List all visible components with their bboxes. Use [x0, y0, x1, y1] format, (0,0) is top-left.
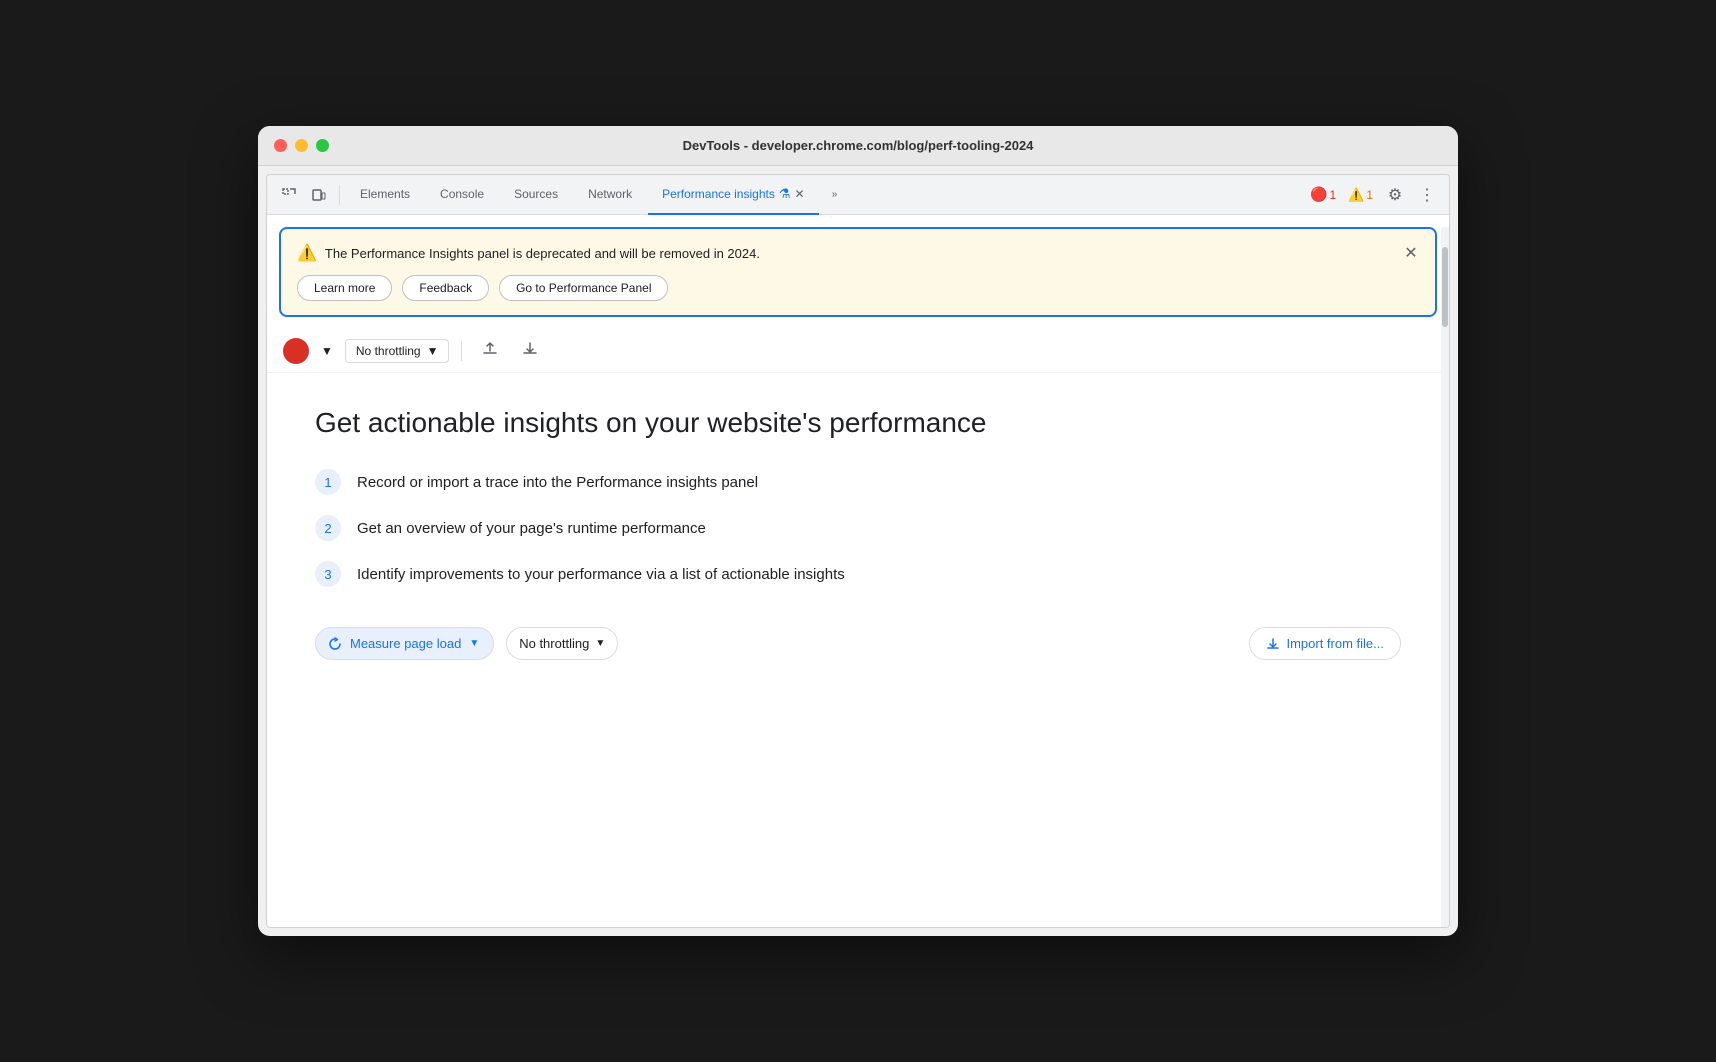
tab-elements[interactable]: Elements [346, 175, 424, 215]
toolbar-right: 🔴 1 ⚠️ 1 ⚙ ⋮ [1306, 181, 1441, 209]
throttling-dropdown[interactable]: No throttling ▼ [345, 339, 450, 363]
device-toggle-icon[interactable] [305, 181, 333, 209]
panel-wrapper: ⚠️ The Performance Insights panel is dep… [267, 227, 1449, 927]
main-content: Get actionable insights on your website'… [267, 373, 1449, 692]
warning-icon: ⚠️ [1348, 187, 1364, 203]
step-text-1: Record or import a trace into the Perfor… [357, 474, 758, 491]
error-count: 1 [1329, 188, 1336, 202]
bottom-controls: Measure page load ▼ No throttling ▼ [315, 627, 1401, 660]
banner-text: The Performance Insights panel is deprec… [325, 246, 760, 261]
learn-more-button[interactable]: Learn more [297, 275, 392, 301]
measure-btn-label: Measure page load [350, 636, 461, 651]
toolbar-divider [339, 185, 340, 205]
banner-warning-icon: ⚠️ [297, 243, 317, 263]
measure-dropdown-icon: ▼ [469, 638, 479, 649]
step-number-1: 1 [315, 469, 341, 495]
throttle-bottom-label: No throttling [519, 636, 589, 651]
panel-content: ⚠️ The Performance Insights panel is dep… [267, 227, 1449, 927]
devtools-container: Elements Console Sources Network Perform… [266, 174, 1450, 928]
step-number-3: 3 [315, 561, 341, 587]
tab-sources[interactable]: Sources [500, 175, 572, 215]
upload-button[interactable] [474, 337, 506, 364]
minimize-button[interactable] [295, 139, 308, 152]
step-item-1: 1 Record or import a trace into the Perf… [315, 469, 1401, 495]
record-dropdown-button[interactable]: ▼ [317, 342, 337, 360]
warning-count-button[interactable]: ⚠️ 1 [1344, 185, 1377, 205]
banner-message-row: ⚠️ The Performance Insights panel is dep… [297, 243, 1419, 263]
error-count-button[interactable]: 🔴 1 [1306, 184, 1340, 205]
scrollbar[interactable] [1441, 227, 1449, 927]
main-title: Get actionable insights on your website'… [315, 405, 1401, 441]
close-button[interactable] [274, 139, 287, 152]
banner-buttons: Learn more Feedback Go to Performance Pa… [297, 275, 1419, 301]
window-controls [274, 139, 329, 152]
throttle-bottom-dropdown[interactable]: No throttling ▼ [506, 627, 618, 660]
more-tabs-icon[interactable]: » [821, 181, 849, 209]
deprecation-banner: ⚠️ The Performance Insights panel is dep… [279, 227, 1437, 317]
throttling-label: No throttling [356, 344, 421, 358]
warning-count: 1 [1366, 188, 1373, 202]
import-btn-label: Import from file... [1286, 636, 1384, 651]
step-number-2: 2 [315, 515, 341, 541]
tab-console[interactable]: Console [426, 175, 498, 215]
more-options-icon[interactable]: ⋮ [1413, 181, 1441, 209]
step-item-3: 3 Identify improvements to your performa… [315, 561, 1401, 587]
maximize-button[interactable] [316, 139, 329, 152]
import-from-file-button[interactable]: Import from file... [1249, 627, 1401, 660]
steps-list: 1 Record or import a trace into the Perf… [315, 469, 1401, 587]
download-button[interactable] [514, 337, 546, 364]
devtools-window: DevTools - developer.chrome.com/blog/per… [258, 126, 1458, 936]
throttle-bottom-chevron-icon: ▼ [595, 638, 605, 649]
tab-network[interactable]: Network [574, 175, 646, 215]
close-panel-icon[interactable]: ✕ [794, 187, 804, 201]
close-banner-button[interactable]: ✕ [1399, 241, 1423, 265]
performance-insights-icon: ⚗ [779, 186, 791, 202]
measure-page-load-button[interactable]: Measure page load ▼ [315, 627, 494, 660]
go-to-performance-panel-button[interactable]: Go to Performance Panel [499, 275, 668, 301]
devtools-toolbar: Elements Console Sources Network Perform… [267, 175, 1449, 215]
controls-divider [461, 341, 462, 361]
throttling-chevron-icon: ▼ [427, 344, 439, 358]
record-button[interactable] [283, 338, 309, 364]
titlebar: DevTools - developer.chrome.com/blog/per… [258, 126, 1458, 166]
window-title: DevTools - developer.chrome.com/blog/per… [683, 138, 1034, 153]
step-text-2: Get an overview of your page's runtime p… [357, 520, 706, 537]
select-element-icon[interactable] [275, 181, 303, 209]
tab-performance-insights[interactable]: Performance insights ⚗ ✕ [648, 175, 818, 215]
settings-icon[interactable]: ⚙ [1381, 181, 1409, 209]
import-icon [1266, 637, 1280, 651]
refresh-icon [328, 637, 342, 651]
feedback-button[interactable]: Feedback [402, 275, 489, 301]
controls-bar: ▼ No throttling ▼ [267, 329, 1449, 373]
scrollbar-thumb[interactable] [1442, 247, 1448, 327]
step-item-2: 2 Get an overview of your page's runtime… [315, 515, 1401, 541]
error-icon: 🔴 [1310, 186, 1327, 203]
step-text-3: Identify improvements to your performanc… [357, 566, 845, 583]
